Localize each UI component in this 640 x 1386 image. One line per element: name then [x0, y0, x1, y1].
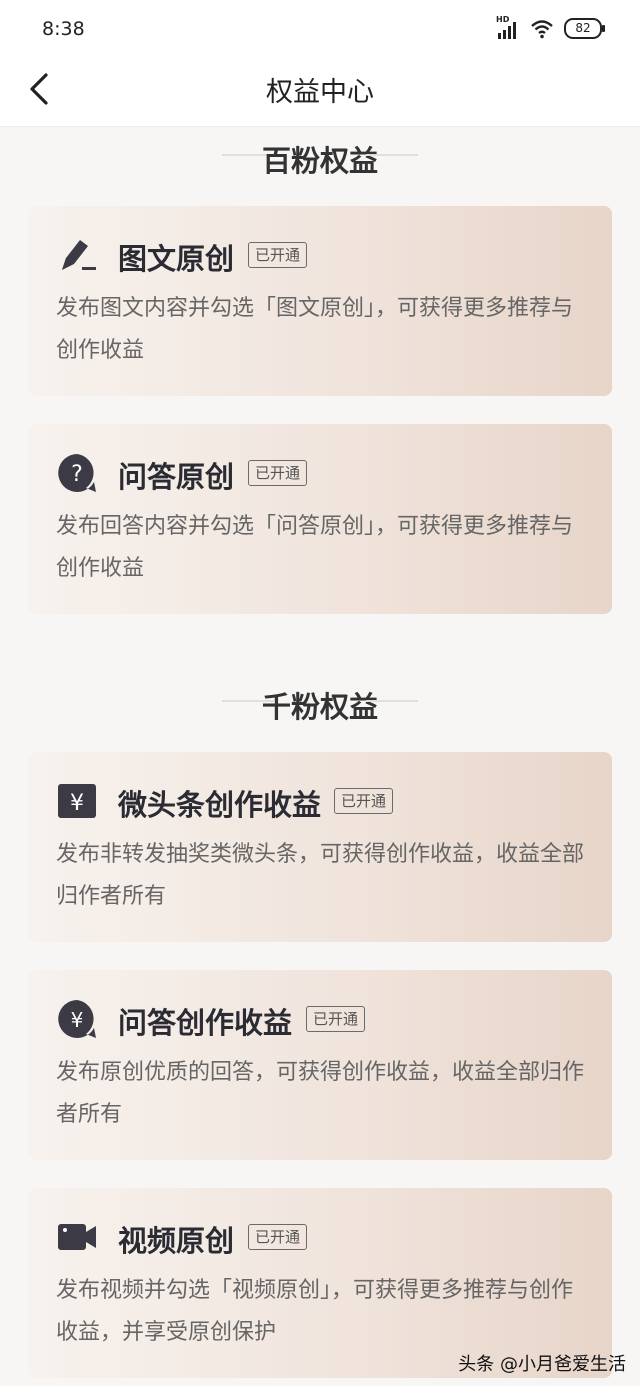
- status-badge: 已开通: [334, 788, 394, 814]
- benefit-card-micro-headline-income[interactable]: ¥ 微头条创作收益 已开通 发布非转发抽奖类微头条，可获得创作收益，收益全部归作…: [28, 752, 612, 942]
- video-camera-icon: [56, 1216, 98, 1258]
- status-bar: 8:38 HD 82: [0, 0, 640, 60]
- status-time: 8:38: [42, 18, 85, 40]
- question-bubble-icon: ?: [56, 452, 98, 494]
- card-title: 视频原创: [118, 1224, 235, 1258]
- status-badge: 已开通: [248, 1224, 308, 1250]
- section-divider-right: [366, 154, 418, 156]
- status-badge: 已开通: [306, 1006, 366, 1032]
- status-badge: 已开通: [248, 242, 308, 268]
- card-description: 发布回答内容并勾选「问答原创」，可获得更多推荐与创作收益: [56, 514, 574, 581]
- card-title: 问答原创: [118, 460, 235, 494]
- wifi-icon: [530, 19, 554, 39]
- section-divider-right: [366, 700, 418, 702]
- card-description: 发布视频并勾选「视频原创」，可获得更多推荐与创作收益，并享受原创保护: [56, 1278, 574, 1345]
- edit-pencil-icon: [56, 234, 98, 276]
- benefit-card-qa-original[interactable]: ? 问答原创 已开通 发布回答内容并勾选「问答原创」，可获得更多推荐与创作收益: [28, 424, 612, 614]
- svg-text:¥: ¥: [71, 1008, 84, 1032]
- yen-square-icon: ¥: [56, 780, 98, 822]
- status-icons: HD 82: [496, 15, 605, 39]
- signal-icon: HD: [496, 15, 520, 39]
- card-title: 问答创作收益: [118, 1006, 293, 1040]
- card-title: 微头条创作收益: [118, 788, 322, 822]
- yen-bubble-icon: ¥: [56, 998, 98, 1040]
- card-description: 发布非转发抽奖类微头条，可获得创作收益，收益全部归作者所有: [56, 842, 585, 909]
- battery-indicator: 82: [564, 18, 605, 39]
- nav-bar: 权益中心: [0, 60, 640, 127]
- card-description: 发布原创优质的回答，可获得创作收益，收益全部归作者所有: [56, 1060, 585, 1127]
- page-title: 权益中心: [266, 77, 374, 108]
- svg-text:¥: ¥: [70, 791, 84, 816]
- status-badge: 已开通: [248, 460, 308, 486]
- svg-text:?: ?: [71, 462, 83, 487]
- benefit-card-qa-income[interactable]: ¥ 问答创作收益 已开通 发布原创优质的回答，可获得创作收益，收益全部归作者所有: [28, 970, 612, 1160]
- card-title: 图文原创: [118, 242, 235, 276]
- card-description: 发布图文内容并勾选「图文原创」，可获得更多推荐与创作收益: [56, 296, 574, 363]
- section-title-thousand-fans: 千粉权益: [261, 690, 378, 724]
- section-title-hundred-fans: 百粉权益: [261, 144, 378, 178]
- benefit-card-article-original[interactable]: 图文原创 已开通 发布图文内容并勾选「图文原创」，可获得更多推荐与创作收益: [28, 206, 612, 396]
- watermark: 头条 @小月爸爱生活: [458, 1354, 626, 1375]
